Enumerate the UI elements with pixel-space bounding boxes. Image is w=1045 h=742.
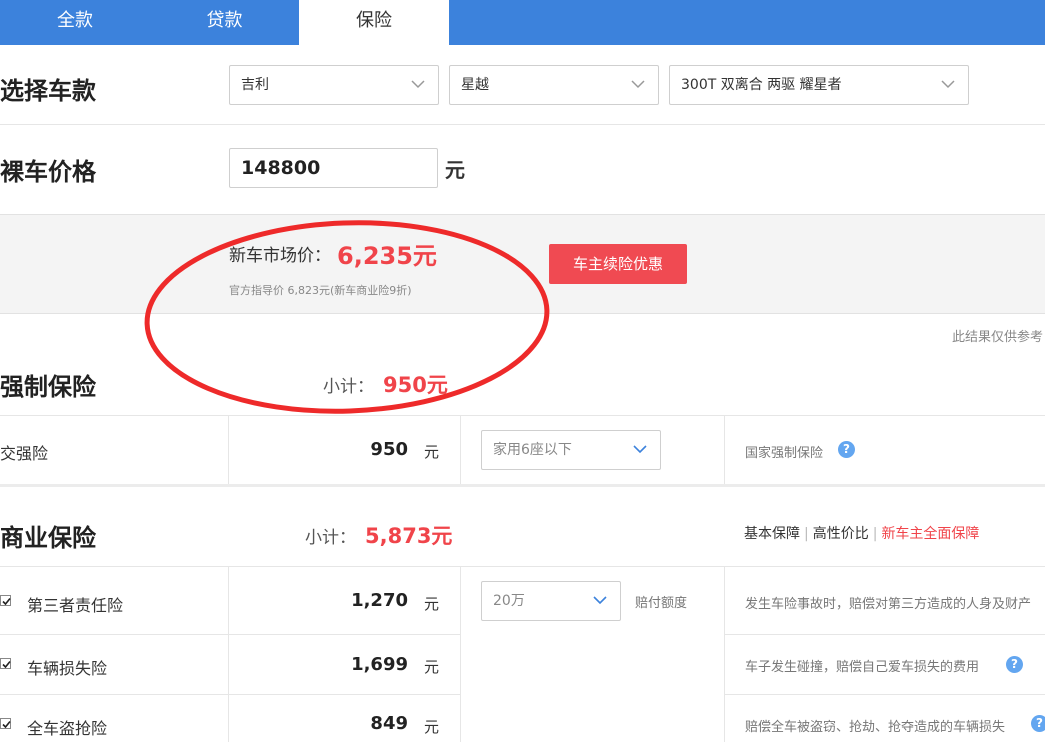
check-icon [2, 660, 11, 669]
divider [724, 415, 725, 484]
compulsory-insurance-title: 强制保险 [0, 373, 96, 401]
divider [0, 634, 228, 635]
vehicle-damage-name: 车辆损失险 [27, 659, 108, 678]
brand-select[interactable]: 吉利 [229, 65, 439, 105]
separator: | [804, 526, 809, 542]
divider [460, 566, 461, 742]
vehicle-damage-checkbox[interactable] [0, 658, 11, 669]
tab-insurance[interactable]: 保险 [299, 0, 449, 45]
coverage-amount-select[interactable]: 20万 [481, 581, 621, 621]
theft-desc: 赔偿全车被盗窃、抢劫、抢夺造成的车辆损失 [745, 720, 1006, 735]
reference-note: 此结果仅供参考 [951, 330, 1043, 345]
tab-loan[interactable]: 贷款 [150, 0, 299, 45]
third-party-checkbox[interactable] [0, 595, 11, 606]
compulsory-subtotal-label: 小计： [323, 377, 374, 397]
commercial-subtotal-value: 5,873元 [365, 524, 453, 548]
third-party-unit: 元 [424, 595, 440, 613]
divider [228, 415, 229, 484]
help-icon[interactable]: ? [1006, 656, 1023, 673]
annotation-ellipse [144, 220, 550, 414]
commercial-subtotal-label: 小计： [305, 528, 356, 548]
insurance-calculator: 全款 贷款 保险 选择车款 吉利 星越 300T 双离合 两驱 耀星者 裸车价格… [0, 0, 1045, 742]
market-price-panel [0, 214, 1045, 314]
divider [460, 415, 461, 484]
check-icon [2, 720, 11, 729]
seat-type-select[interactable]: 家用6座以下 [481, 430, 661, 470]
coverage-amount-label: 赔付额度 [635, 596, 688, 611]
chevron-down-icon [411, 80, 425, 89]
chevron-down-icon [593, 596, 607, 605]
bare-price-input[interactable]: 148800 [229, 148, 438, 188]
help-icon[interactable]: ? [1031, 715, 1045, 732]
bare-price-unit: 元 [445, 158, 465, 182]
chevron-down-icon [631, 80, 645, 89]
third-party-desc: 发生车险事故时，赔偿对第三方造成的人身及财产 [745, 597, 1032, 612]
divider [724, 634, 1045, 635]
theft-unit: 元 [424, 718, 440, 736]
divider [0, 694, 228, 695]
help-icon[interactable]: ? [838, 441, 855, 458]
theft-checkbox[interactable] [0, 718, 11, 729]
divider [0, 124, 1045, 125]
compulsory-row-amount: 950 [370, 439, 408, 460]
tab-bar: 全款 贷款 保险 [0, 0, 1045, 45]
bare-price-title: 裸车价格 [0, 158, 96, 186]
plan-full-link[interactable]: 新车主全面保障 [881, 526, 979, 542]
theft-name: 全车盗抢险 [27, 719, 108, 738]
plan-links: 基本保障 | 高性价比 | 新车主全面保障 [744, 523, 979, 543]
divider [724, 566, 725, 742]
divider [0, 566, 1045, 567]
model-select-value: 300T 双离合 两驱 耀星者 [681, 77, 842, 93]
theft-amount: 849 [370, 713, 408, 734]
model-select[interactable]: 300T 双离合 两驱 耀星者 [669, 65, 969, 105]
divider [228, 566, 229, 742]
divider [0, 415, 1045, 416]
divider [0, 484, 1045, 487]
compulsory-row-unit: 元 [424, 443, 440, 461]
vehicle-damage-amount: 1,699 [351, 654, 408, 675]
chevron-down-icon [633, 445, 647, 454]
series-select[interactable]: 星越 [449, 65, 659, 105]
vehicle-damage-desc: 车子发生碰撞，赔偿自己爱车损失的费用 [745, 660, 980, 675]
divider [228, 634, 460, 635]
seat-type-value: 家用6座以下 [493, 442, 572, 458]
coverage-amount-value: 20万 [493, 593, 525, 609]
plan-basic-link[interactable]: 基本保障 [744, 526, 800, 542]
guide-price-note: 官方指导价 6,823元(新车商业险9折) [229, 284, 412, 297]
third-party-name: 第三者责任险 [27, 596, 124, 615]
divider [724, 694, 1045, 695]
plan-value-link[interactable]: 高性价比 [813, 526, 869, 542]
series-select-value: 星越 [461, 77, 489, 93]
vehicle-damage-unit: 元 [424, 658, 440, 676]
market-price-value: 6,235元 [337, 242, 437, 270]
divider [228, 694, 460, 695]
third-party-amount: 1,270 [351, 590, 408, 611]
compulsory-row-desc: 国家强制保险 [745, 446, 824, 461]
check-icon [2, 597, 11, 606]
tab-full-payment[interactable]: 全款 [0, 0, 150, 45]
market-price-label: 新车市场价： [229, 246, 331, 266]
bare-price-value: 148800 [241, 157, 321, 179]
separator: | [872, 526, 878, 542]
chevron-down-icon [941, 80, 955, 89]
renewal-discount-button[interactable]: 车主续险优惠 [549, 244, 687, 284]
compulsory-row-name: 交强险 [0, 444, 49, 463]
brand-select-value: 吉利 [241, 77, 269, 93]
select-car-title: 选择车款 [0, 77, 96, 105]
commercial-insurance-title: 商业保险 [0, 524, 96, 552]
compulsory-subtotal-value: 950元 [383, 373, 448, 397]
